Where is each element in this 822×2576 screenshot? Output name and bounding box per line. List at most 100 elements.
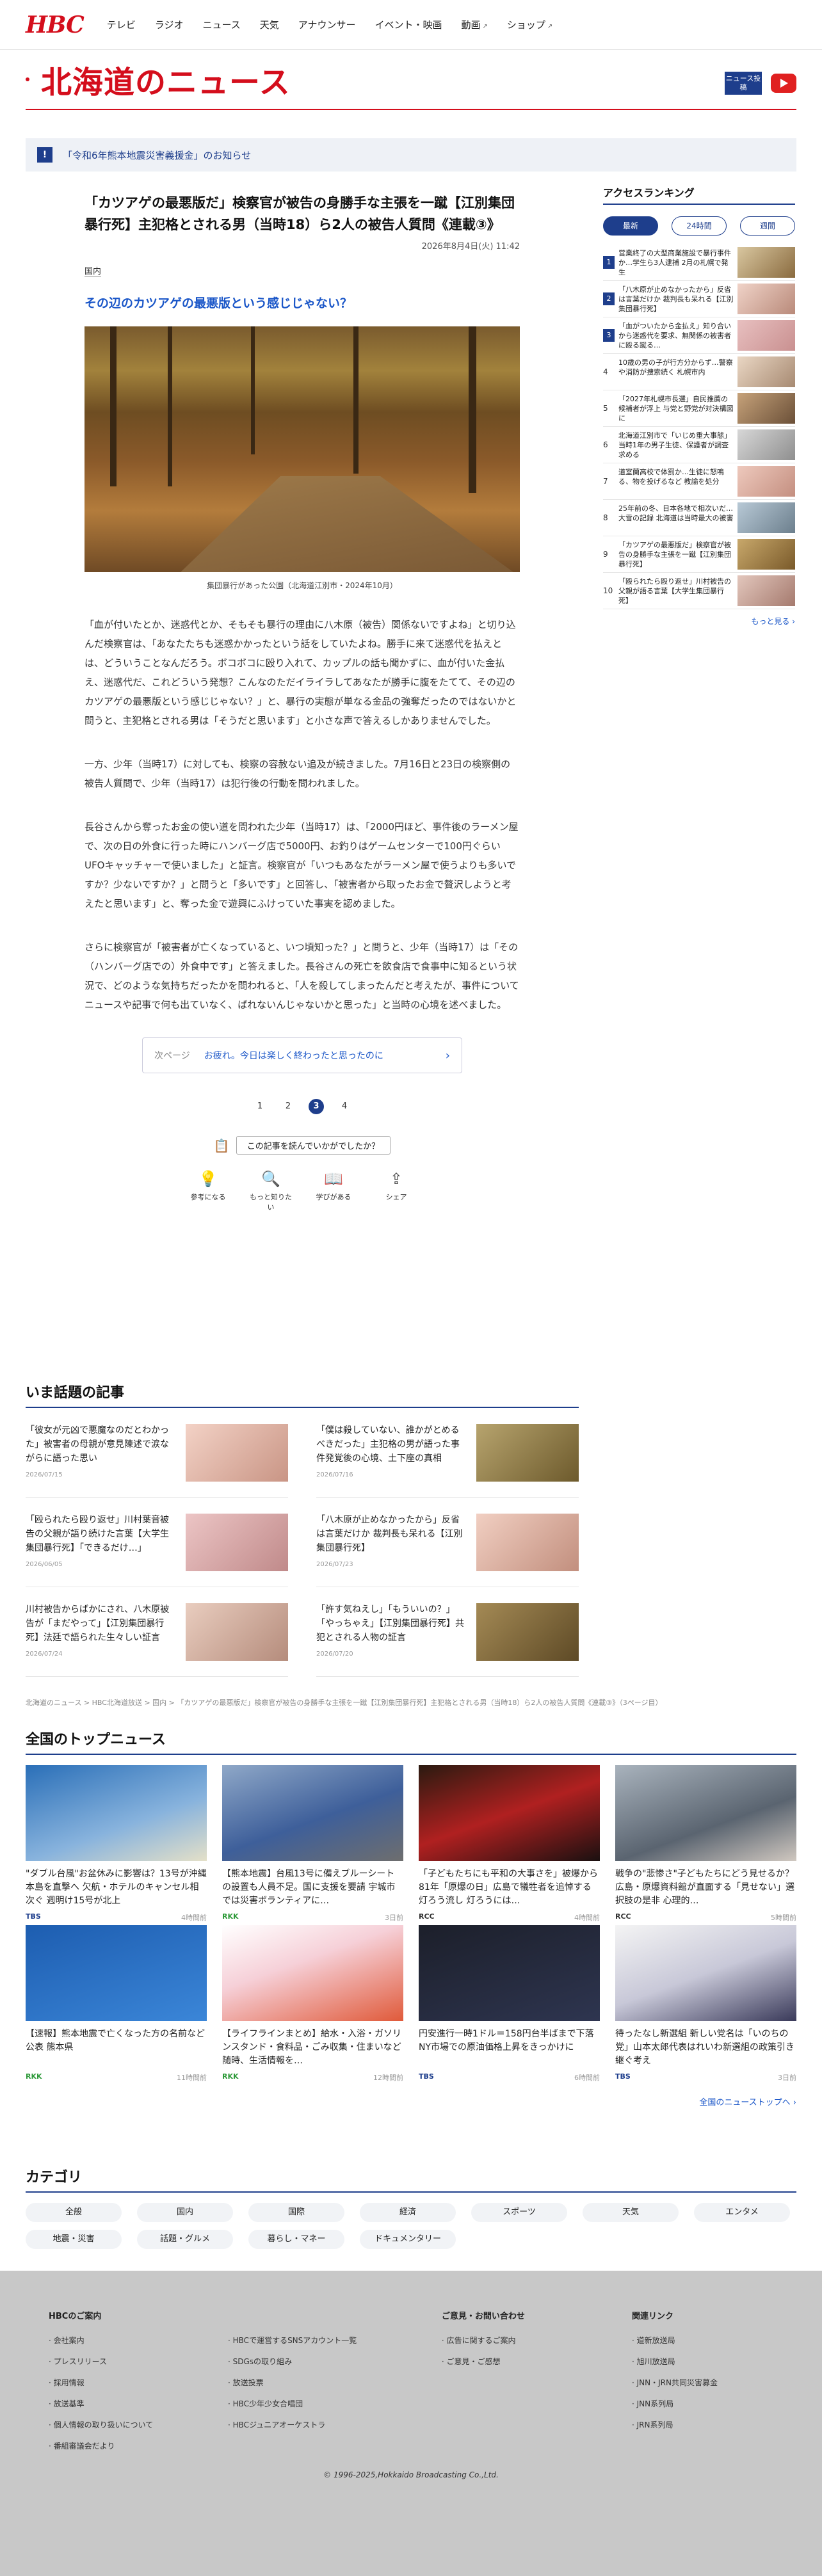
footer-link[interactable]: · JNN・JRN共同災害募金 (632, 2372, 811, 2394)
notice-bar[interactable]: ! 「令和6年熊本地震災害義援金」のお知らせ (26, 138, 796, 172)
footer-link[interactable]: · 放送投票 (228, 2372, 407, 2394)
footer-link[interactable]: · HBCで運営するSNSアカウント一覧 (228, 2330, 407, 2351)
footer-link-label: 旭川放送局 (636, 2357, 675, 2366)
article-category[interactable]: 国内 (85, 264, 102, 277)
ranking-thumbnail (737, 247, 795, 278)
national-news-card[interactable]: 円安進行一時1ドル＝158円台半ばまで下落 NY市場での原油価格上昇をきっかけに… (419, 1925, 600, 2085)
reaction-helpful-button[interactable]: 💡 参考になる (185, 1170, 231, 1212)
footer-link[interactable]: · プレスリリース (49, 2351, 228, 2372)
category-chip[interactable]: 全般 (26, 2203, 122, 2222)
tab-weekly[interactable]: 週間 (740, 216, 795, 236)
footer-link[interactable]: · 採用情報 (49, 2372, 228, 2394)
footer-link[interactable]: · 会社案内 (49, 2330, 228, 2351)
nav-news[interactable]: ニュース (202, 18, 240, 31)
ranking-item[interactable]: 10 「殴られたら殴り返せ」川村被告の父親が語る言葉【大学生集団暴行死】 (603, 573, 795, 609)
category-chip[interactable]: 国際 (248, 2203, 344, 2222)
nav-event[interactable]: イベント・映画 (375, 18, 442, 31)
footer: HBCのご案内 · 会社案内 · プレスリリース · 採用情報 · 放送基準 · 個人情… (0, 2271, 822, 2576)
nav-tv[interactable]: テレビ (107, 18, 136, 31)
ranking-item[interactable]: 7 道室蘭高校で体罰か…生徒に怒鳴る、物を投げるなど 教諭を処分 (603, 463, 795, 500)
page-link-2[interactable]: 2 (280, 1099, 296, 1114)
category-chip[interactable]: 話題・グルメ (137, 2230, 233, 2249)
reaction-more-button[interactable]: 🔍 もっと知りたい (248, 1170, 294, 1212)
all-news-link[interactable]: 全国のニューストップへ › (26, 2095, 796, 2108)
ranking-thumbnail (737, 429, 795, 460)
photo-path (181, 476, 513, 572)
ranking-item[interactable]: 4 10歳の男の子が行方分からず…警察や消防が捜索続く 札幌市内 (603, 354, 795, 390)
reaction-learn-button[interactable]: 📖 学びがある (310, 1170, 357, 1212)
ranking-item[interactable]: 8 25年前の冬、日本各地で相次いだ…大雪の記録 北海道は当時最大の被害 (603, 500, 795, 536)
footer-heading: 関連リンク (631, 2312, 673, 2321)
footer-link[interactable]: · 放送基準 (49, 2394, 228, 2415)
category-chip[interactable]: 天気 (583, 2203, 679, 2222)
ranking-item[interactable]: 2 「八木原が止めなかったから」反省は言葉だけか 裁判長も呆れる【江別集団暴行死】 (603, 281, 795, 317)
ranking-more-link[interactable]: もっと見る › (603, 616, 795, 627)
category-chip[interactable]: エンタメ (694, 2203, 790, 2222)
trending-item-date: 2026/07/20 (316, 1650, 353, 1658)
footer-link[interactable]: · HBCジュニアオーケストラ (228, 2415, 407, 2436)
ranking-item[interactable]: 3 「血がついたから金払え」知り合いから迷惑代を要求、無関係の被害者に殴る蹴る… (603, 317, 795, 354)
article-lead: その辺のカツアゲの最悪版という感じじゃない？ (85, 296, 353, 310)
national-news-card[interactable]: 【熊本地震】台風13号に備えブルーシートの設置も人員不足。国に支援を要請 宇城市… (222, 1765, 403, 1925)
national-news-card[interactable]: 「子どもたちにも平和の大事さを」被爆から81年「原爆の日」広島で犠牲者を追悼する… (419, 1765, 600, 1925)
rank-number: 1 (603, 256, 615, 269)
nav-weather[interactable]: 天気 (260, 18, 279, 31)
copyright: © 1996-2025,Hokkaido Broadcasting Co.,Lt… (323, 2470, 499, 2479)
footer-link[interactable]: · JRN系列局 (632, 2415, 811, 2436)
ranking-item[interactable]: 9 「カツアゲの最悪版だ」検察官が被告の身勝手な主張を一蹴【江別集団暴行死】 (603, 536, 795, 573)
page-link-4[interactable]: 4 (337, 1099, 352, 1114)
ranking-item[interactable]: 6 北海道江別市で「いじめ重大事態」 当時1年の男子生徒、保護者が調査求める (603, 427, 795, 463)
category-chip[interactable]: 地震・災害 (26, 2230, 122, 2249)
trending-item[interactable]: 川村被告からばかにされ、八木原被告が「まだやって」【江別集団暴行死】法廷で語られ… (26, 1587, 288, 1677)
footer-link[interactable]: · 旭川放送局 (632, 2351, 811, 2372)
footer-link[interactable]: · 道新放送局 (632, 2330, 811, 2351)
article-paragraph: 「血が付いたとか、迷惑代とか、そもそも暴行の理由に八木原（被告）関係ないですよね… (85, 619, 517, 726)
page-link-1[interactable]: 1 (252, 1099, 268, 1114)
news-submit-button[interactable]: ニュース投稿 (725, 72, 762, 95)
national-news-card[interactable]: 【ライフラインまとめ】給水・入浴・ガソリンスタンド・食料品・ごみ収集・住まいなど… (222, 1925, 403, 2085)
tab-24h[interactable]: 24時間 (672, 216, 727, 236)
ranking-item-title: 「2027年札幌市長選」自民推薦の候補者が浮上 与党と野党が対決構図に (618, 394, 734, 422)
hbc-logo[interactable]: HBC (26, 12, 85, 38)
trending-item[interactable]: 「八木原が止めなかったから」反省は言葉だけか 裁判長も呆れる【江別集団暴行死】 2… (316, 1498, 579, 1587)
category-chip[interactable]: 暮らし・マネー (248, 2230, 344, 2249)
category-chip[interactable]: 経済 (360, 2203, 456, 2222)
footer-link[interactable]: · ご意見・ご感想 (442, 2351, 621, 2372)
category-chip[interactable]: 国内 (137, 2203, 233, 2222)
national-news-image (615, 1925, 796, 2021)
national-news-card[interactable]: "ダブル台風"お盆休みに影響は？13号が沖縄本島を直撃へ 欠航・ホテルのキャンセ… (26, 1765, 207, 1925)
trending-item[interactable]: 「許す気ねえし」「もういいの？」「やっちゃえ」【江別集団暴行死】共犯とされる人物… (316, 1587, 579, 1677)
footer-link-label: ご意見・ご感想 (446, 2357, 501, 2366)
nav-video[interactable]: 動画 ↗ (461, 18, 487, 31)
nav-shop[interactable]: ショップ ↗ (507, 18, 552, 31)
footer-link[interactable]: · 個人情報の取り扱いについて (49, 2415, 228, 2436)
nav-radio[interactable]: ラジオ (155, 18, 184, 31)
national-news-card[interactable]: 待ったなし新選組 新しい党名は「いのちの党」山本太郎代表はれいわ新選組の政策引き… (615, 1925, 796, 2085)
trending-item[interactable]: 「僕は殺していない、誰かがとめるべきだった」主犯格の男が語った事件発覚後の心境、… (316, 1408, 579, 1498)
footer-link[interactable]: · JNN系列局 (632, 2394, 811, 2415)
footer-link[interactable]: · HBC少年少女合唱団 (228, 2394, 407, 2415)
reaction-buttons: 💡 参考になる 🔍 もっと知りたい 📖 学びがある ⇪ シェア (85, 1170, 520, 1212)
next-page-link[interactable]: 次ページ お疲れ。今日は楽しく終わったと思ったのに › (142, 1037, 462, 1073)
tab-latest[interactable]: 最新 (603, 216, 658, 236)
national-news-card[interactable]: 戦争の"悲惨さ"子どもたちにどう見せるか？広島・原爆資料館が直面する「見せない」… (615, 1765, 796, 1925)
nav-announcer[interactable]: アナウンサー (298, 18, 356, 31)
share-button[interactable]: ⇪ シェア (373, 1170, 419, 1212)
page-link-current[interactable]: 3 (309, 1099, 324, 1114)
trending-item[interactable]: 「彼女が元凶で悪魔なのだとわかった」被害者の母親が意見陳述で涙ながらに語った思い… (26, 1408, 288, 1498)
footer-link[interactable]: · 広告に関するご案内 (442, 2330, 621, 2351)
trending-item-date: 2026/07/16 (316, 1471, 353, 1478)
youtube-icon[interactable] (771, 74, 796, 93)
footer-link[interactable]: · 番組審議会だより (49, 2436, 228, 2457)
ranking-item[interactable]: 1 営業終了の大型商業施設で暴行事件か…学生ら3人逮捕 2月の札幌で発生 (603, 244, 795, 281)
news-source: RKK (26, 2072, 42, 2081)
category-chip[interactable]: ドキュメンタリー (360, 2230, 456, 2249)
trending-item[interactable]: 「殴られたら殴り返せ」川村葉音被告の父親が語り続けた言葉【大学生集団暴行死】「で… (26, 1498, 288, 1587)
breadcrumb[interactable]: 北海道のニュース > HBC北海道放送 > 国内 > 「カツアゲの最悪版だ」検察… (26, 1697, 794, 1708)
news-source: TBS (419, 2072, 434, 2081)
category-chip[interactable]: スポーツ (471, 2203, 567, 2222)
national-news-card[interactable]: 【速報】熊本地震で亡くなった方の名前など公表 熊本県 RKK 11時間前 (26, 1925, 207, 2085)
feedback-icon: 📋 (213, 1137, 230, 1153)
ranking-item[interactable]: 5 「2027年札幌市長選」自民推薦の候補者が浮上 与党と野党が対決構図に (603, 390, 795, 427)
footer-link[interactable]: · SDGsの取り組み (228, 2351, 407, 2372)
